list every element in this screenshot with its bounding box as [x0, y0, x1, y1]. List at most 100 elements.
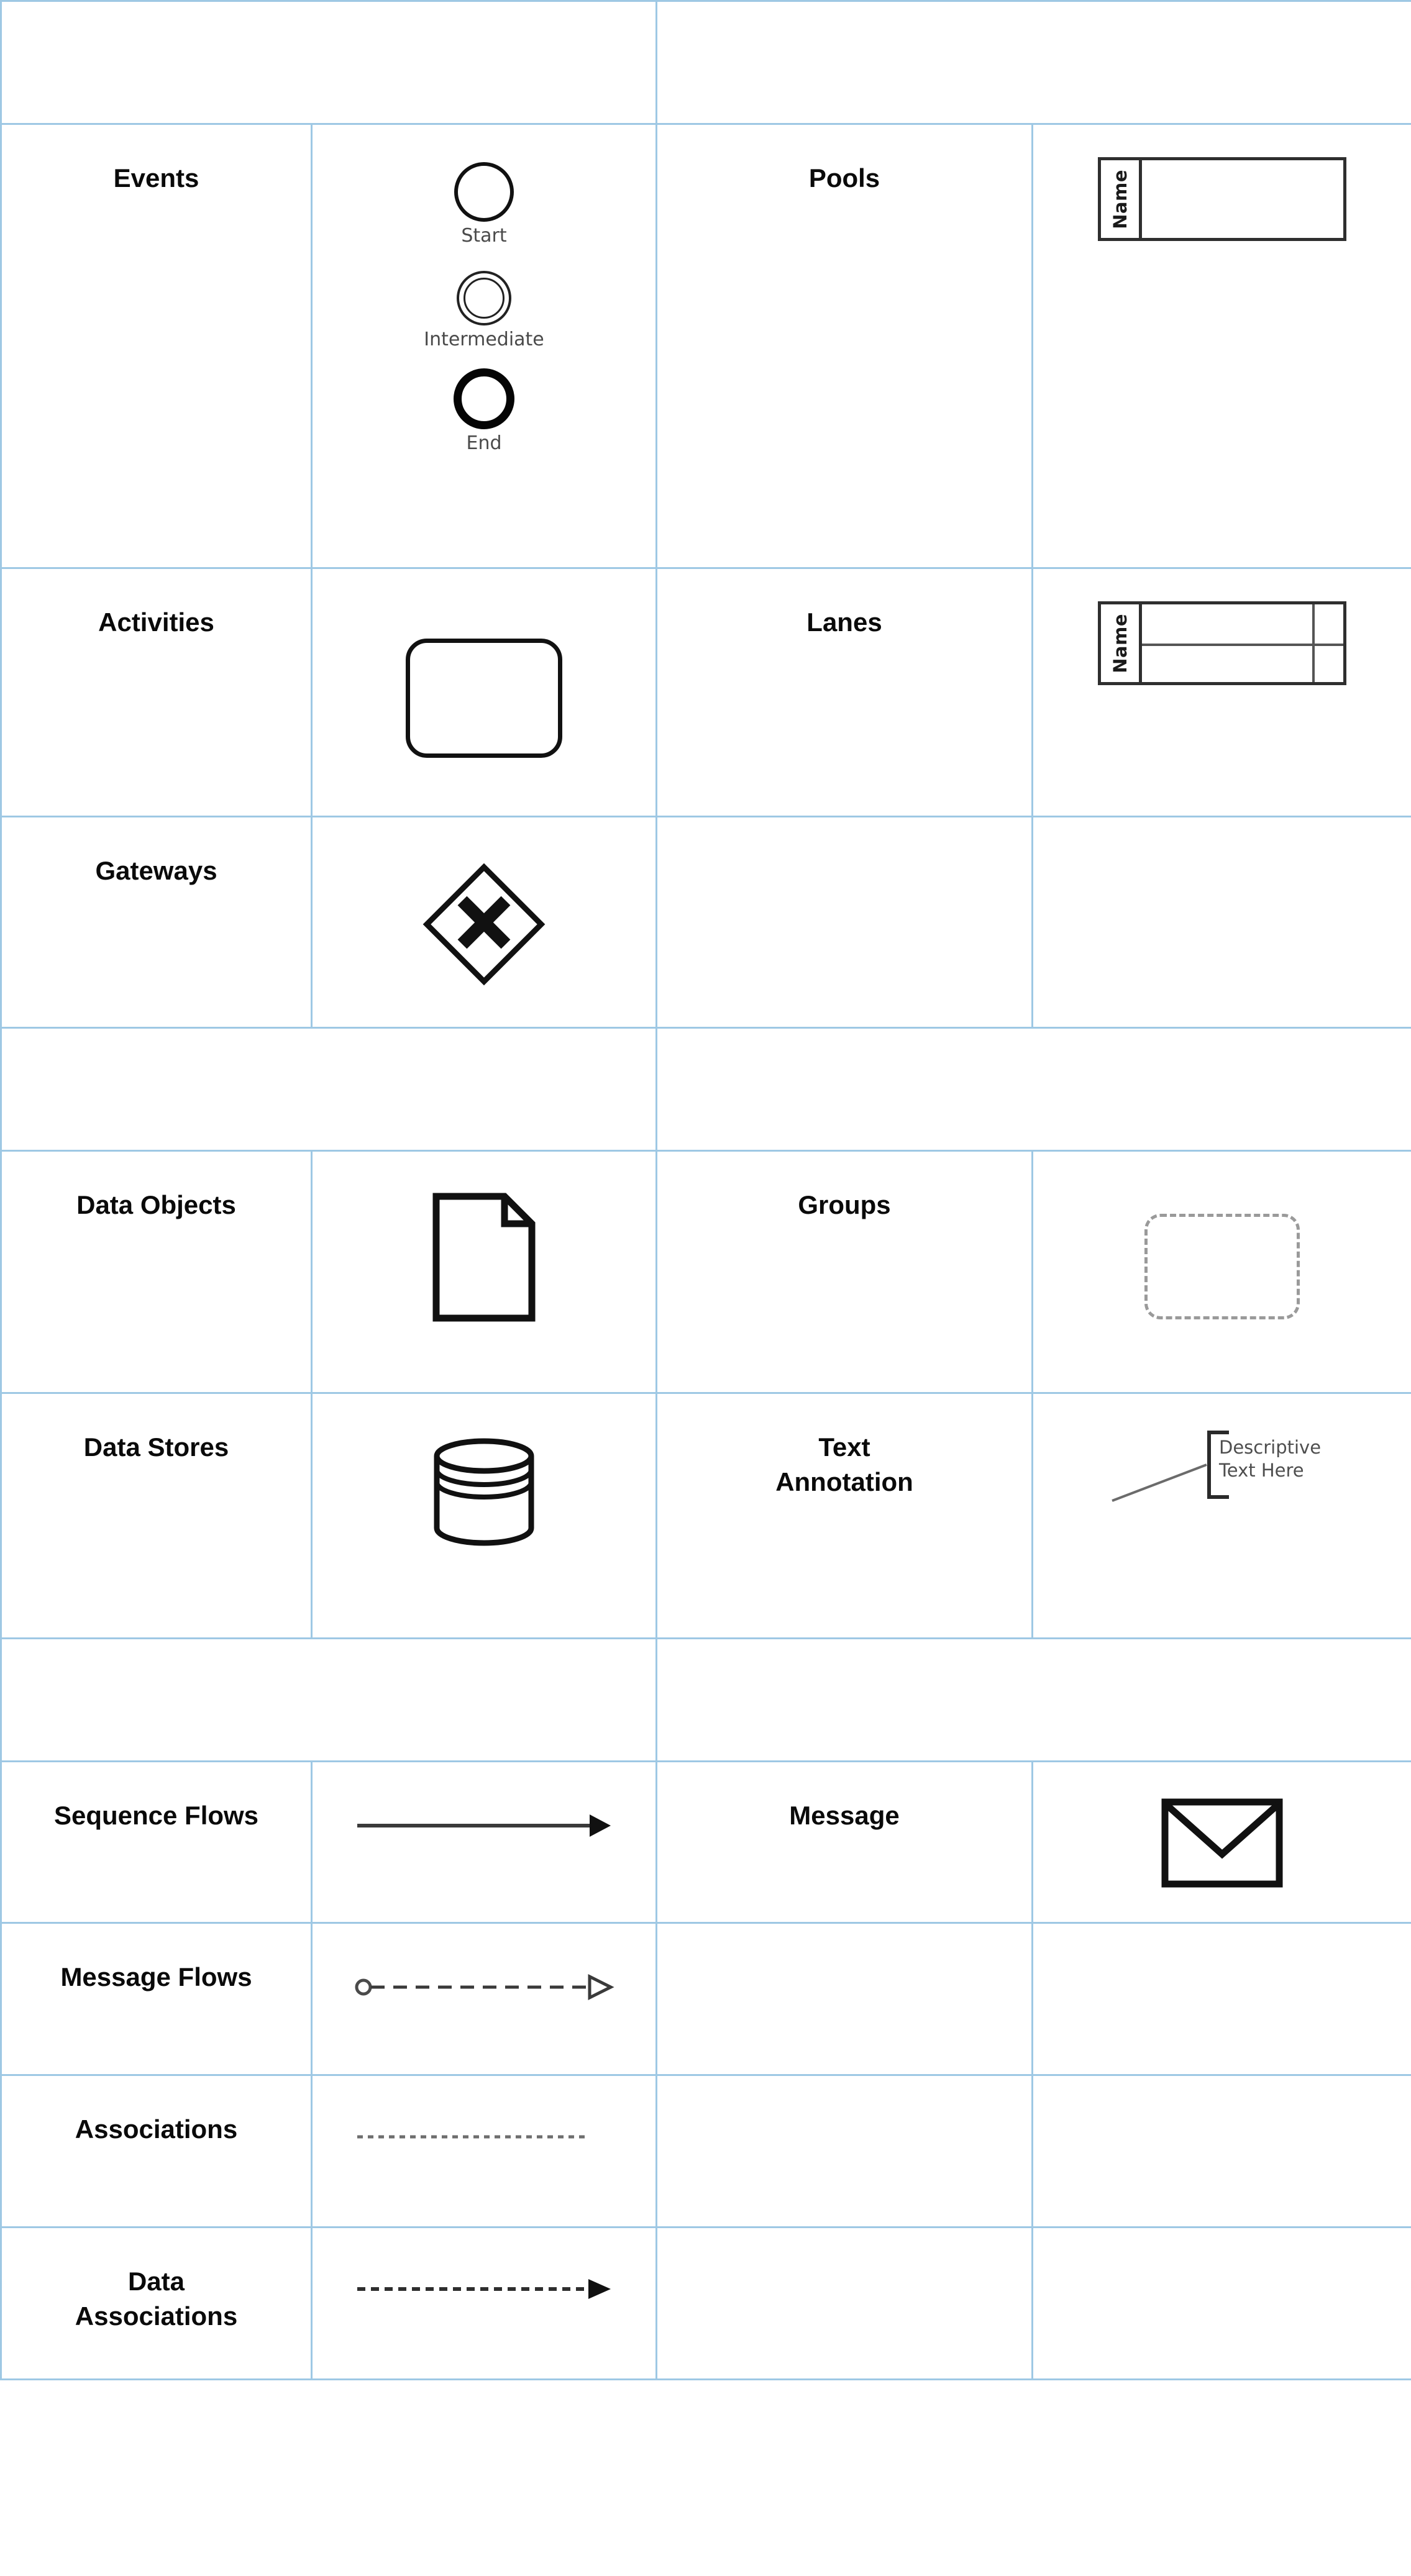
row-label-message-text: Message [789, 1801, 900, 1830]
section-header-artifacts: Artifacts [655, 1027, 1411, 1152]
pool-name-band: Name [1101, 160, 1142, 238]
start-event-icon [454, 162, 514, 222]
lane-body [1142, 604, 1343, 682]
shape-cell-message-flows [311, 1922, 657, 2076]
row-label-data-associations: Data Associations [0, 2226, 313, 2380]
row-label-gateways: Gateways [0, 816, 313, 1029]
row-label-groups: Groups [655, 1150, 1033, 1394]
row-label-message: Message [655, 1760, 1033, 1924]
table-row-associations: Associations [0, 2074, 1411, 2228]
table-row-gateways: Gateways [0, 816, 1411, 1029]
start-event-item: Start [454, 162, 514, 246]
row-label-message-flows: Message Flows [0, 1922, 313, 2076]
row-label-pools: Pools [655, 123, 1033, 569]
row-label-data-associations-text: Data Associations [2, 2228, 311, 2334]
empty-cell-additional-label-1 [655, 1922, 1033, 2076]
message-flow-icon [354, 1968, 614, 2006]
row-label-groups-text: Groups [798, 1190, 891, 1219]
section-header-flow-objects-label: Flow Objects [32, 61, 215, 94]
table-row-events-pools: Events Start Intermediate End Pools Name [0, 123, 1411, 569]
lane-icon: Name [1098, 601, 1346, 685]
section-header-additional-element-label: Additional Element [687, 1698, 954, 1731]
section-header-additional-element: Additional Element [655, 1637, 1411, 1762]
section-header-flow-objects: Flow Objects [0, 0, 657, 125]
shape-cell-pools: Name [1031, 123, 1411, 569]
intermediate-event-icon [457, 271, 511, 325]
pool-name-label: Name [1109, 169, 1131, 229]
shape-cell-activities [311, 567, 657, 817]
lane-right-rule [1312, 604, 1315, 682]
data-association-icon [354, 2270, 614, 2308]
shape-cell-gateways [311, 816, 657, 1029]
intermediate-event-caption: Intermediate [424, 329, 544, 350]
shape-cell-message [1031, 1760, 1411, 1924]
row-label-text-annotation-line1: Text [818, 1432, 870, 1462]
text-annotation-icon: Descriptive Text Here [1107, 1419, 1337, 1531]
row-label-events: Events [0, 123, 313, 569]
text-annotation-content: Descriptive Text Here [1219, 1437, 1322, 1481]
shape-cell-text-annotation: Descriptive Text Here [1031, 1392, 1411, 1639]
activity-task-icon [406, 639, 562, 758]
empty-cell-additional-shape-3 [1031, 2226, 1411, 2380]
section-header-data: Data [0, 1027, 657, 1152]
row-label-lanes-text: Lanes [806, 608, 882, 637]
section-header-row-flow-objects: Flow Objects Swimlanes [0, 0, 1411, 125]
row-label-pools-text: Pools [808, 163, 880, 193]
row-label-associations-text: Associations [75, 2114, 238, 2144]
table-row-message-flows: Message Flows [0, 1922, 1411, 2076]
empty-cell-swimlanes-shape [1031, 816, 1411, 1029]
empty-cell-additional-label-2 [655, 2074, 1033, 2228]
section-header-row-data: Data Artifacts [0, 1027, 1411, 1152]
row-label-data-objects-text: Data Objects [76, 1190, 236, 1219]
data-object-icon [431, 1191, 537, 1323]
row-label-activities-text: Activities [98, 608, 214, 637]
sequence-flow-icon [354, 1807, 614, 1844]
row-label-data-associations-line1: Data [127, 2267, 185, 2296]
section-header-artifacts-label: Artifacts [687, 1088, 807, 1121]
row-label-associations: Associations [0, 2074, 313, 2228]
start-event-caption: Start [461, 225, 507, 247]
shape-cell-events: Start Intermediate End [311, 123, 657, 569]
row-label-text-annotation-line2: Annotation [775, 1467, 913, 1496]
row-label-data-stores: Data Stores [0, 1392, 313, 1639]
shape-cell-associations [311, 2074, 657, 2228]
row-label-data-objects: Data Objects [0, 1150, 313, 1394]
table-row-sequence-flows-message: Sequence Flows Message [0, 1760, 1411, 1924]
pool-body [1142, 160, 1343, 238]
exclusive-gateway-icon [422, 862, 546, 986]
association-icon [354, 2118, 614, 2155]
message-envelope-icon [1160, 1797, 1284, 1889]
row-label-text-annotation: Text Annotation [655, 1392, 1033, 1639]
row-label-events-text: Events [113, 163, 199, 193]
table-row-activities-lanes: Activities Lanes Name [0, 567, 1411, 817]
section-header-swimlanes-label: Swimlanes [687, 61, 839, 94]
row-label-sequence-flows-text: Sequence Flows [53, 1801, 259, 1830]
section-header-connecting-objects-label: Connecting Objects [32, 1698, 310, 1731]
row-label-gateways-text: Gateways [95, 856, 217, 885]
empty-cell-additional-label-3 [655, 2226, 1033, 2380]
shape-cell-data-stores [311, 1392, 657, 1639]
shape-cell-groups [1031, 1150, 1411, 1394]
end-event-icon [454, 368, 514, 429]
data-store-icon [429, 1437, 539, 1547]
table-row-data-stores-annotation: Data Stores Text Annotation Descriptive … [0, 1392, 1411, 1639]
empty-cell-swimlanes-label [655, 816, 1033, 1029]
section-header-row-connecting-objects: Connecting Objects Additional Element [0, 1637, 1411, 1762]
shape-cell-data-associations [311, 2226, 657, 2380]
lane-name-label: Name [1109, 613, 1131, 673]
shape-cell-lanes: Name [1031, 567, 1411, 817]
section-header-data-label: Data [32, 1088, 96, 1121]
empty-cell-additional-shape-2 [1031, 2074, 1411, 2228]
table-row-data-associations: Data Associations [0, 2226, 1411, 2380]
end-event-item: End [454, 368, 514, 453]
lane-name-band: Name [1101, 604, 1142, 682]
group-icon [1144, 1214, 1300, 1319]
row-label-sequence-flows: Sequence Flows [0, 1760, 313, 1924]
row-label-data-associations-line2: Associations [75, 2301, 238, 2331]
section-header-swimlanes: Swimlanes [655, 0, 1411, 125]
table-row-data-objects-groups: Data Objects Groups [0, 1150, 1411, 1394]
pool-icon: Name [1098, 157, 1346, 241]
row-label-message-flows-text: Message Flows [60, 1962, 252, 1991]
shape-cell-sequence-flows [311, 1760, 657, 1924]
empty-cell-additional-shape-1 [1031, 1922, 1411, 2076]
